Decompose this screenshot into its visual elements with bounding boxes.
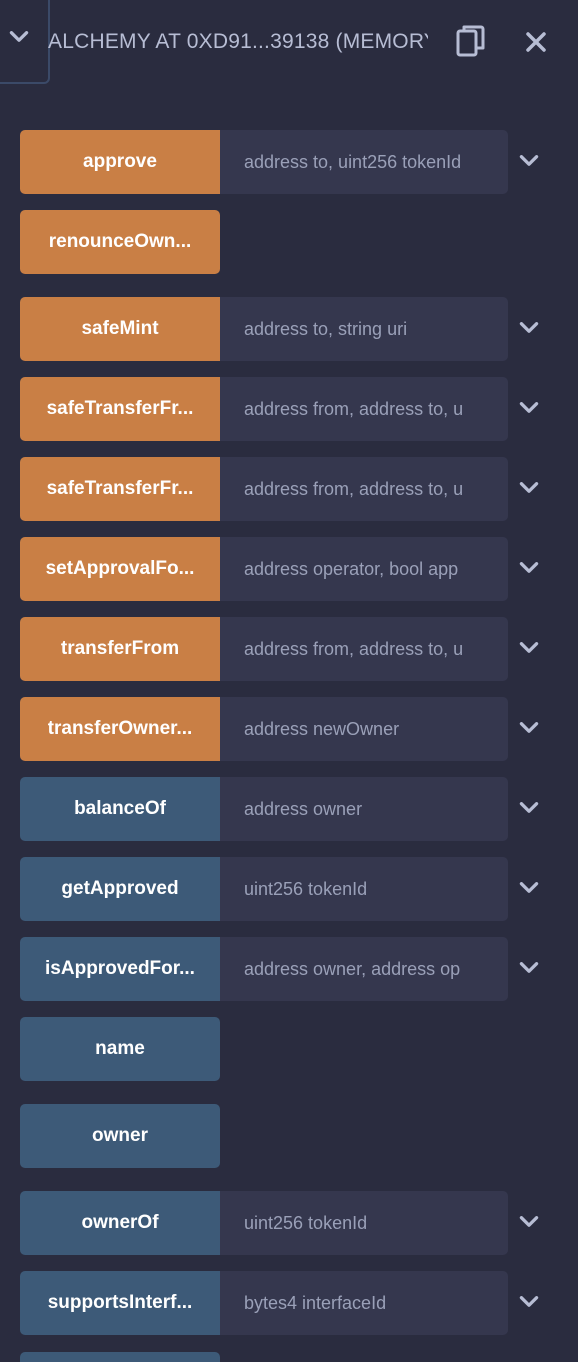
collapse-toggle[interactable]: [0, 0, 50, 84]
function-args-placeholder: address to, string uri: [244, 318, 408, 339]
function-row: transferOwner... address newOwner: [20, 697, 560, 761]
function-row: renounceOwn...: [20, 210, 560, 274]
function-row: approve address to, uint256 tokenId: [20, 130, 560, 194]
function-button[interactable]: safeTransferFr...: [20, 377, 220, 441]
function-label: safeTransferFr...: [46, 398, 194, 419]
function-row: name: [20, 1017, 560, 1081]
function-button[interactable]: balanceOf: [20, 777, 220, 841]
function-args-input[interactable]: address owner, address op: [220, 937, 508, 1001]
chevron-down-icon[interactable]: [516, 315, 542, 341]
function-button[interactable]: setApprovalFo...: [20, 537, 220, 601]
function-row: transferFrom address from, address to, u: [20, 617, 560, 681]
function-label: ownerOf: [81, 1212, 159, 1233]
function-label: transferOwner...: [47, 718, 193, 739]
function-button[interactable]: ownerOf: [20, 1191, 220, 1255]
function-args-input[interactable]: address operator, bool app: [220, 537, 508, 601]
chevron-down-icon: [9, 31, 29, 42]
function-args-placeholder: address from, address to, u: [244, 638, 464, 659]
function-label: name: [95, 1038, 145, 1059]
function-button[interactable]: supportsInterf...: [20, 1271, 220, 1335]
function-label: setApprovalFo...: [45, 558, 195, 579]
function-args-input[interactable]: address to, uint256 tokenId: [220, 130, 508, 194]
chevron-down-icon[interactable]: [516, 955, 542, 981]
chevron-down-icon[interactable]: [516, 635, 542, 661]
contract-title: ALCHEMY AT 0XD91...39138 (MEMORY): [48, 30, 428, 53]
function-row: balanceOf address owner: [20, 777, 560, 841]
chevron-down-icon[interactable]: [516, 148, 542, 174]
function-label: balanceOf: [74, 798, 166, 819]
function-label: transferFrom: [60, 638, 180, 659]
function-button[interactable]: getApproved: [20, 857, 220, 921]
close-icon[interactable]: [522, 28, 550, 56]
function-label: owner: [92, 1125, 148, 1146]
function-row: supportsInterf... bytes4 interfaceId: [20, 1271, 560, 1335]
function-row: safeTransferFr... address from, address t…: [20, 377, 560, 441]
function-label: safeTransferFr...: [46, 478, 194, 499]
function-args-input[interactable]: address to, string uri: [220, 297, 508, 361]
function-args-placeholder: address from, address to, u: [244, 398, 464, 419]
function-args-placeholder: address to, uint256 tokenId: [244, 151, 462, 172]
function-row: safeTransferFr... address from, address t…: [20, 457, 560, 521]
function-label: safeMint: [81, 318, 159, 339]
function-button[interactable]: safeMint: [20, 297, 220, 361]
function-row: ownerOf uint256 tokenId: [20, 1191, 560, 1255]
chevron-down-icon[interactable]: [516, 1209, 542, 1235]
function-button[interactable]: name: [20, 1017, 220, 1081]
function-args-input[interactable]: address from, address to, u: [220, 617, 508, 681]
chevron-down-icon[interactable]: [516, 715, 542, 741]
function-args-input[interactable]: bytes4 interfaceId: [220, 1271, 508, 1335]
function-button[interactable]: transferOwner...: [20, 697, 220, 761]
function-button[interactable]: safeTransferFr...: [20, 457, 220, 521]
function-row: safeMint address to, string uri: [20, 297, 560, 361]
chevron-down-icon[interactable]: [516, 555, 542, 581]
function-args-input[interactable]: address newOwner: [220, 697, 508, 761]
chevron-down-icon[interactable]: [516, 1289, 542, 1315]
function-label: approve: [83, 151, 157, 172]
function-args-placeholder: bytes4 interfaceId: [244, 1292, 387, 1313]
function-args-placeholder: address owner: [244, 798, 363, 819]
function-args-input[interactable]: uint256 tokenId: [220, 1191, 508, 1255]
function-args-placeholder: uint256 tokenId: [244, 1212, 368, 1233]
function-row: isApprovedFor... address owner, address o…: [20, 937, 560, 1001]
deployed-contract-panel: approve address to, uint256 tokenId renoun…: [0, 0, 578, 1362]
function-label: getApproved: [61, 878, 179, 899]
function-button[interactable]: renounceOwn...: [20, 210, 220, 274]
function-args-input[interactable]: uint256 tokenId: [220, 857, 508, 921]
function-args-placeholder: address owner, address op: [244, 958, 461, 979]
function-args-placeholder: address from, address to, u: [244, 478, 464, 499]
function-row: getApproved uint256 tokenId: [20, 857, 560, 921]
function-args-placeholder: address newOwner: [244, 718, 400, 739]
function-label: renounceOwn...: [48, 231, 192, 252]
function-label: supportsInterf...: [47, 1292, 193, 1313]
function-button[interactable]: approve: [20, 130, 220, 194]
function-args-placeholder: address operator, bool app: [244, 558, 459, 579]
chevron-down-icon[interactable]: [516, 875, 542, 901]
chevron-down-icon[interactable]: [516, 795, 542, 821]
function-button[interactable]: transferFrom: [20, 617, 220, 681]
function-row: setApprovalFo... address operator, bool a…: [20, 537, 560, 601]
function-button-partial[interactable]: [20, 1352, 220, 1362]
function-args-input[interactable]: address from, address to, u: [220, 457, 508, 521]
function-args-input[interactable]: address from, address to, u: [220, 377, 508, 441]
function-button[interactable]: isApprovedFor...: [20, 937, 220, 1001]
function-args-placeholder: uint256 tokenId: [244, 878, 368, 899]
function-label: isApprovedFor...: [45, 958, 195, 979]
chevron-down-icon[interactable]: [516, 395, 542, 421]
function-row: owner: [20, 1104, 560, 1168]
contract-header: ALCHEMY AT 0XD91...39138 (MEMORY): [0, 0, 578, 86]
function-button[interactable]: owner: [20, 1104, 220, 1168]
function-args-input[interactable]: address owner: [220, 777, 508, 841]
copy-icon[interactable]: [455, 24, 487, 58]
chevron-down-icon[interactable]: [516, 475, 542, 501]
